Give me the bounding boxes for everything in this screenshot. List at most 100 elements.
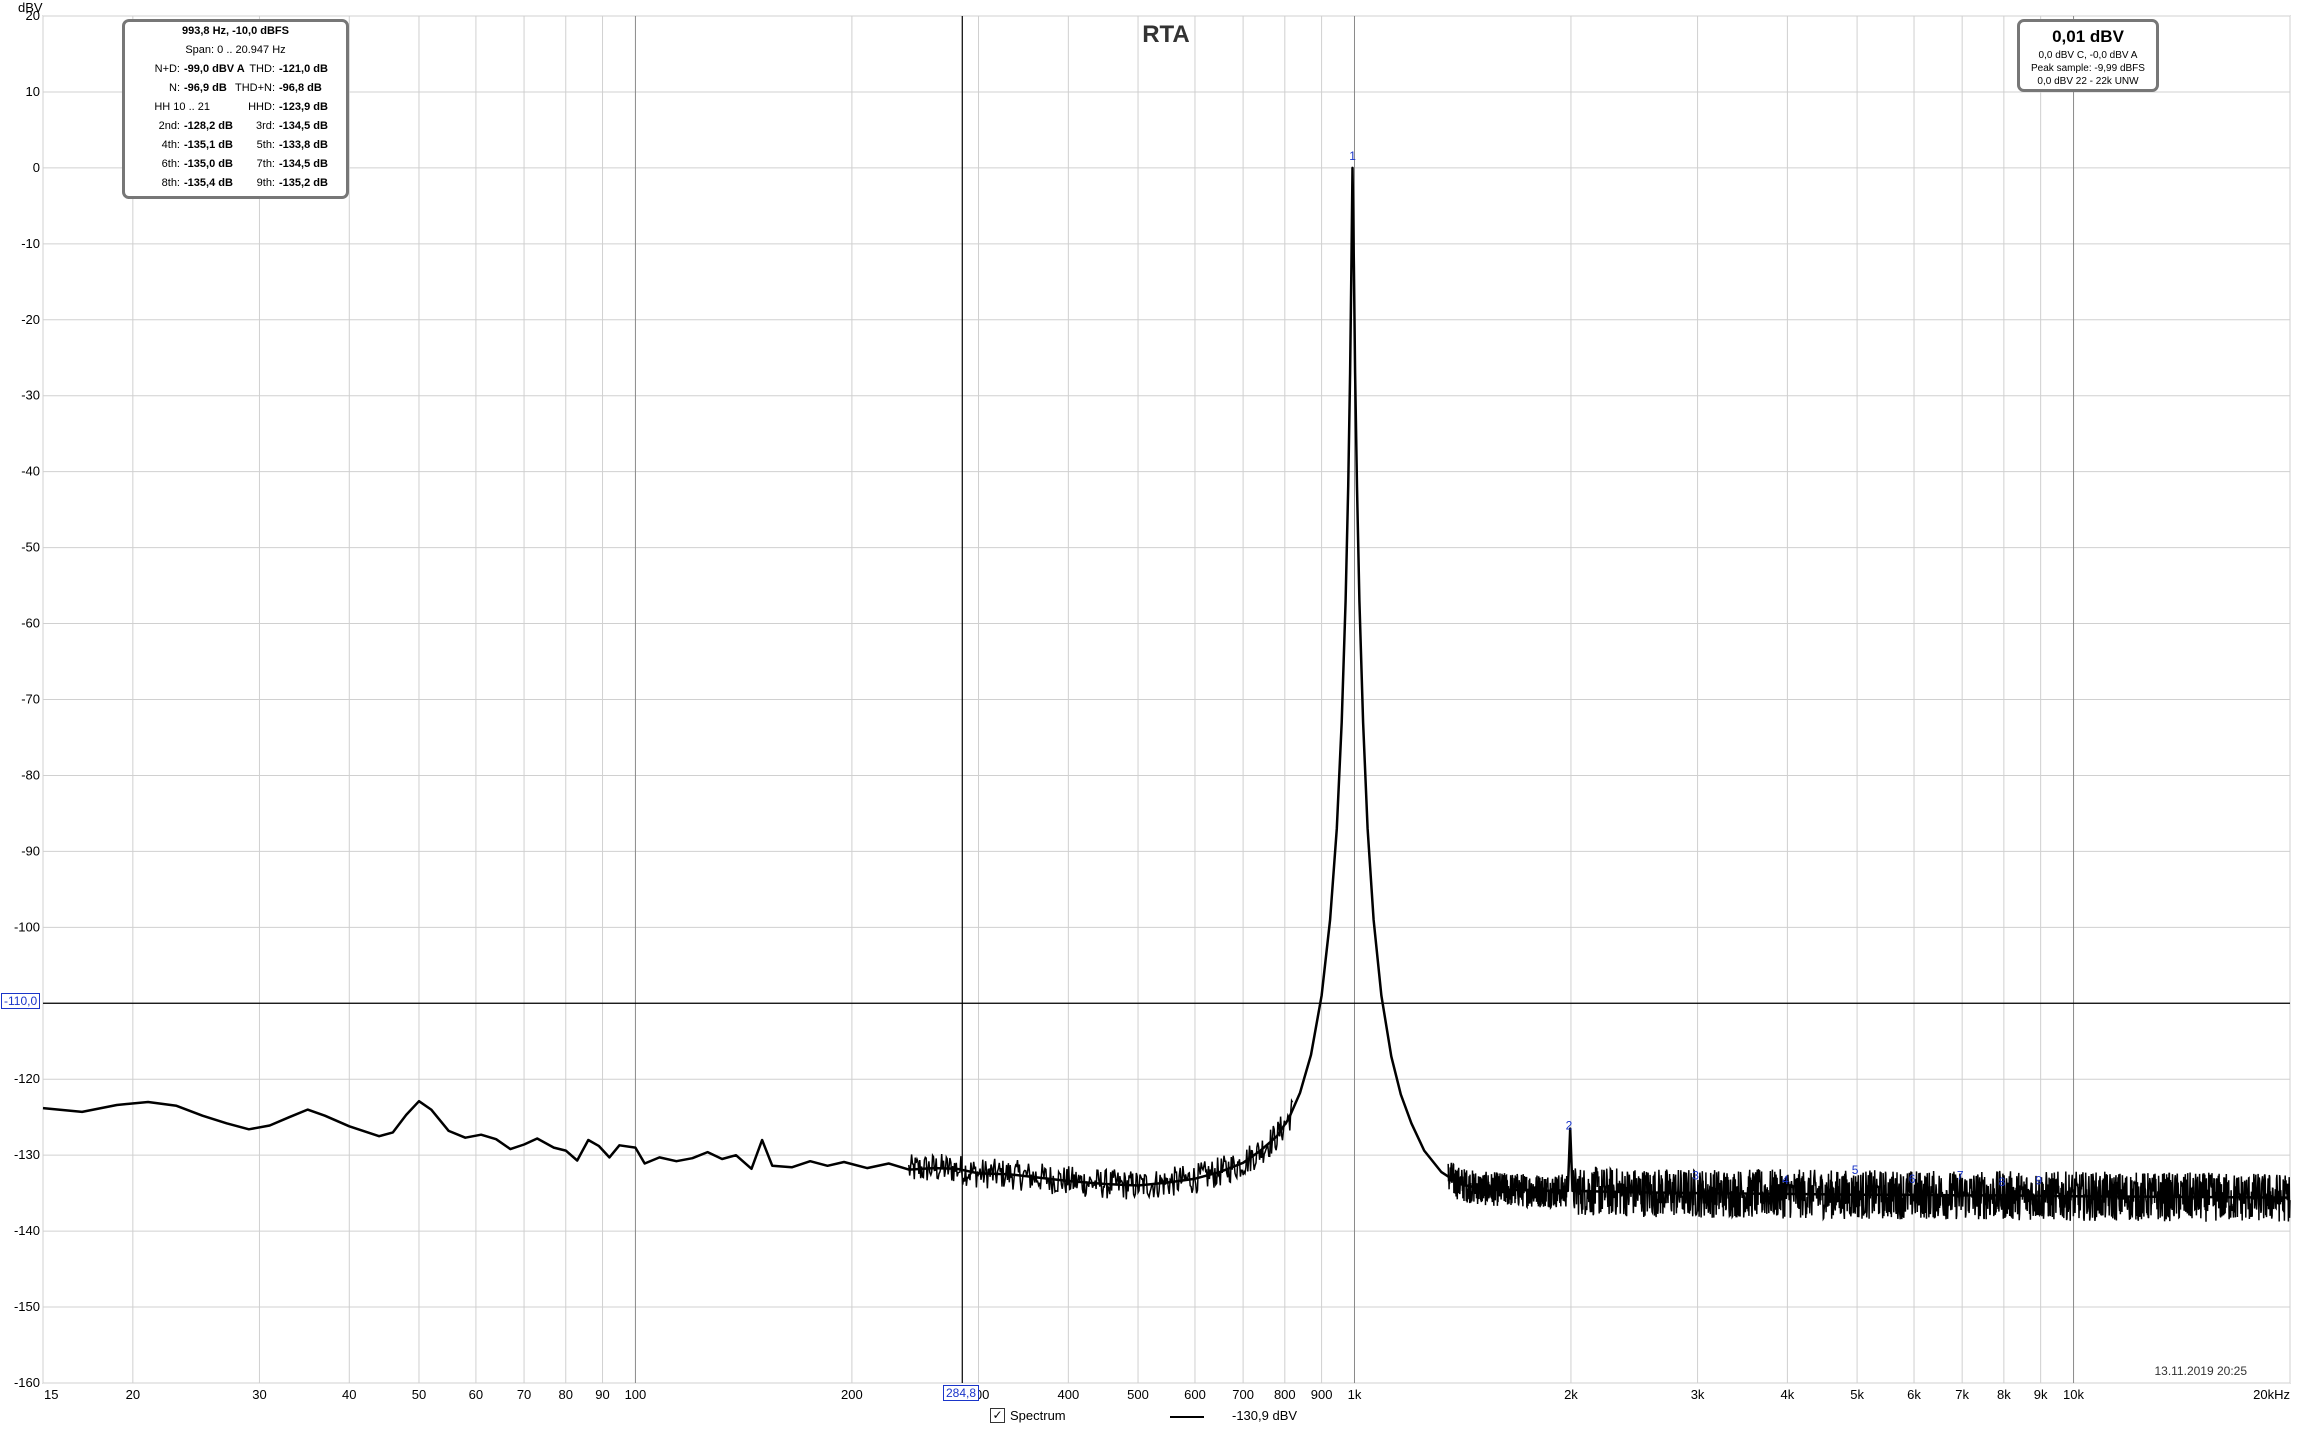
distortion-row: 6th: -135,0 dB 7th: -134,5 dB xyxy=(125,155,346,174)
y-tick-label: -90 xyxy=(21,843,40,858)
y-tick-label: -120 xyxy=(14,1071,40,1086)
metric-value: -135,2 dB xyxy=(279,177,328,189)
harmonic-marker-label: 7 xyxy=(1957,1168,1964,1182)
x-tick-label: 70 xyxy=(517,1387,531,1402)
y-tick-label: -20 xyxy=(21,312,40,327)
metric-value: -134,5 dB xyxy=(279,158,328,170)
x-tick-label: 1k xyxy=(1348,1387,1362,1402)
span-readout: Span: 0 .. 20.947 Hz xyxy=(185,44,286,56)
metric-value: -121,0 dB xyxy=(279,63,328,75)
distortion-row: 4th: -135,1 dB 5th: -133,8 dB xyxy=(125,136,346,155)
x-tick-label: 2k xyxy=(1564,1387,1578,1402)
x-tick-label: 100 xyxy=(625,1387,647,1402)
legend-cursor-value: -130,9 dBV xyxy=(1232,1408,1298,1423)
metric-value: -134,5 dB xyxy=(279,120,328,132)
distortion-row: HH 10 .. 21 HHD: -123,9 dB xyxy=(125,98,346,117)
x-tick-label: 3k xyxy=(1691,1387,1705,1402)
distortion-row: N: -96,9 dB THD+N: -96,8 dB xyxy=(125,79,346,98)
x-tick-label: 4k xyxy=(1781,1387,1795,1402)
level-info-box: 0,01 dBV 0,0 dBV C, -0,0 dBV A Peak samp… xyxy=(2017,19,2159,92)
weighted-level: 0,0 dBV C, -0,0 dBV A xyxy=(2038,50,2138,61)
x-tick-label: 900 xyxy=(1311,1387,1333,1402)
harmonic-marker-label: 4 xyxy=(1782,1173,1789,1187)
x-tick-label: 20 xyxy=(126,1387,140,1402)
harmonic-marker-label: 1 xyxy=(1349,149,1356,163)
x-tick-label: 400 xyxy=(1057,1387,1079,1402)
x-tick-label: 30 xyxy=(252,1387,266,1402)
metric-label: 4th: xyxy=(161,139,180,151)
x-tick-label: 600 xyxy=(1184,1387,1206,1402)
y-tick-label: -70 xyxy=(21,692,40,707)
y-tick-label: -140 xyxy=(14,1223,40,1238)
x-tick-label: 500 xyxy=(1127,1387,1149,1402)
x-tick-label: 40 xyxy=(342,1387,356,1402)
metric-value: -133,8 dB xyxy=(279,139,328,151)
frequency-level-readout: 993,8 Hz, -10,0 dBFS xyxy=(182,25,289,37)
legend-line-swatch xyxy=(1170,1416,1204,1418)
x-tick-label: 5k xyxy=(1850,1387,1864,1402)
y-tick-label: 0 xyxy=(33,160,40,175)
y-axis-ticks: 20100-10-20-30-40-50-60-70-80-90-100-110… xyxy=(14,8,40,1390)
y-axis-label: dBV xyxy=(18,0,43,15)
metric-value: -123,9 dB xyxy=(279,101,328,113)
y-cursor-label[interactable]: -110,0 xyxy=(1,993,41,1009)
peak-sample: Peak sample: -9,99 dBFS xyxy=(2031,63,2145,74)
distortion-row: N+D: -99,0 dBV A THD: -121,0 dB xyxy=(125,60,346,79)
x-tick-label: 6k xyxy=(1907,1387,1921,1402)
metric-label: 3rd: xyxy=(256,120,275,132)
distortion-row: 2nd: -128,2 dB 3rd: -134,5 dB xyxy=(125,117,346,136)
y-tick-label: -160 xyxy=(14,1375,40,1390)
y-tick-label: -40 xyxy=(21,464,40,479)
x-tick-label: 700 xyxy=(1232,1387,1254,1402)
unweighted-level: 0,0 dBV 22 - 22k UNW xyxy=(2037,76,2139,87)
distortion-table: N+D: -99,0 dBV A THD: -121,0 dB N: -96,9 dB TH… xyxy=(125,60,346,193)
y-tick-label: 10 xyxy=(26,84,40,99)
legend-series-name: Spectrum xyxy=(1010,1408,1066,1423)
metric-value: -96,8 dB xyxy=(279,82,322,94)
y-tick-label: -100 xyxy=(14,919,40,934)
x-tick-label: 7k xyxy=(1955,1387,1969,1402)
x-tick-label: 10k xyxy=(2063,1387,2084,1402)
x-tick-label: 15 xyxy=(44,1387,58,1402)
metric-label: HHD: xyxy=(248,101,275,113)
metric-label: N: xyxy=(169,82,180,94)
metric-label: 8th: xyxy=(161,177,180,189)
x-tick-label: 50 xyxy=(412,1387,426,1402)
rta-chart: 123 456 7 8 9 20100-10-20-30-40-50-60-70-80-… xyxy=(14,0,2291,1402)
measurement-info-box: 993,8 Hz, -10,0 dBFS Span: 0 .. 20.947 H… xyxy=(122,19,349,199)
metric-label: N+D: xyxy=(154,63,180,75)
harmonic-marker-label: 2 xyxy=(1566,1118,1573,1132)
y-tick-label: -50 xyxy=(21,540,40,555)
metric-label: 7th: xyxy=(256,158,275,170)
harmonic-marker-label: 3 xyxy=(1692,1168,1699,1182)
x-tick-label: 200 xyxy=(841,1387,863,1402)
legend-checkbox[interactable]: ✓ xyxy=(990,1408,1005,1423)
metric-label: 5th: xyxy=(256,139,275,151)
timestamp: 13.11.2019 20:25 xyxy=(2154,1364,2247,1378)
x-tick-label: 90 xyxy=(595,1387,609,1402)
chart-title: RTA xyxy=(1142,21,1190,48)
harmonic-marker-label: 8 xyxy=(1999,1175,2006,1189)
x-tick-label: 800 xyxy=(1274,1387,1296,1402)
x-tick-label: 8k xyxy=(1997,1387,2011,1402)
distortion-row: 8th: -135,4 dB 9th: -135,2 dB xyxy=(125,174,346,193)
metric-label: HH 10 .. 21 xyxy=(154,101,210,113)
x-tick-label: 9k xyxy=(2034,1387,2048,1402)
x-tick-label: 80 xyxy=(559,1387,573,1402)
x-cursor-label[interactable]: 284,8 xyxy=(943,1385,980,1401)
x-tick-label: 20kHz xyxy=(2253,1387,2290,1402)
harmonic-marker-label: 5 xyxy=(1852,1163,1859,1177)
y-tick-label: -150 xyxy=(14,1299,40,1314)
y-tick-label: -130 xyxy=(14,1147,40,1162)
metric-label: THD+N: xyxy=(234,82,275,94)
y-tick-label: -10 xyxy=(21,236,40,251)
harmonic-marker-label: 6 xyxy=(1909,1172,1916,1186)
y-tick-label: -30 xyxy=(21,388,40,403)
y-tick-label: -80 xyxy=(21,767,40,782)
harmonic-marker-label: 9 xyxy=(2035,1174,2042,1188)
metric-label: 6th: xyxy=(161,158,180,170)
x-axis-ticks: 1520304050607080901002003004005006007008… xyxy=(44,1387,2290,1402)
metric-label: THD: xyxy=(249,63,275,75)
level-readout: 0,01 dBV xyxy=(2052,27,2124,46)
metric-label: 2nd: xyxy=(158,120,180,132)
